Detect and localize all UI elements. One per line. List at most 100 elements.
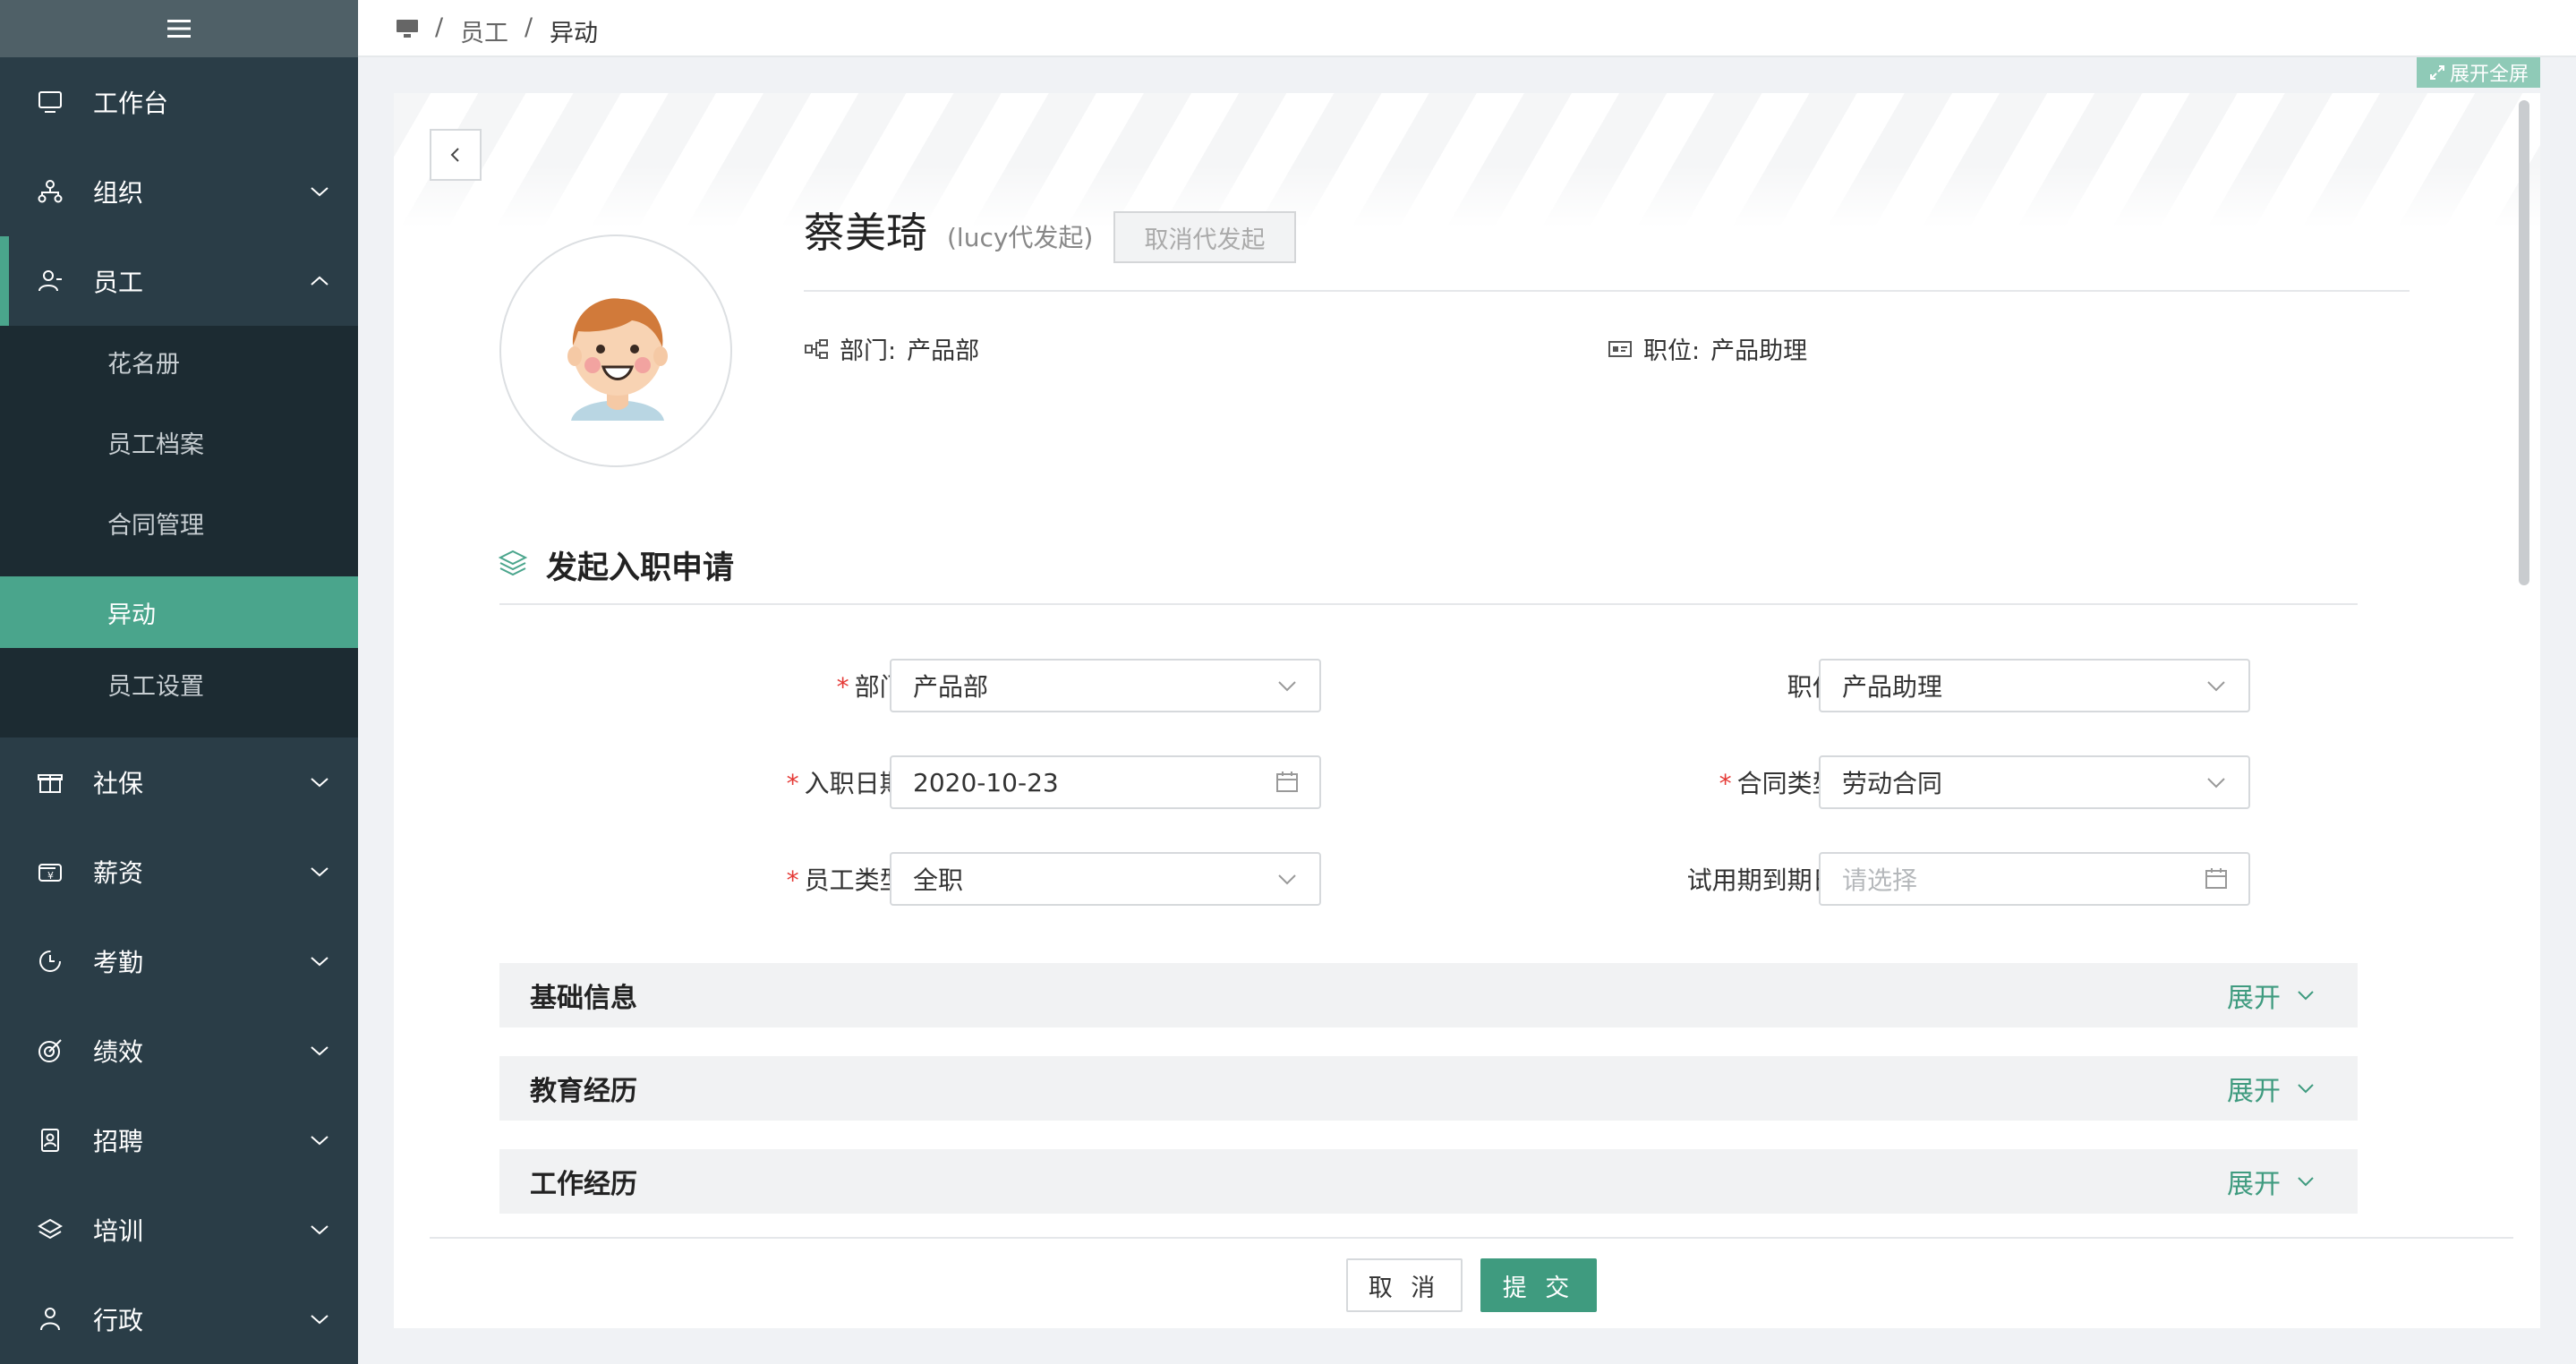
panel-expand-toggle[interactable]: 展开 xyxy=(2227,976,2316,1015)
contract-type-field-label: * 合同类型: xyxy=(1595,764,1846,800)
chevron-down-icon xyxy=(311,1046,328,1056)
required-mark: * xyxy=(786,769,799,798)
submenu-item-transfer[interactable]: 异动 xyxy=(0,576,358,648)
sidebar-item-employee[interactable]: 员工 xyxy=(0,236,358,326)
chevron-down-icon xyxy=(311,1315,328,1325)
sidebar-item-admin[interactable]: 行政 xyxy=(0,1274,358,1364)
chevron-down-icon xyxy=(1278,681,1296,692)
target-icon xyxy=(38,1039,62,1062)
probation-end-field-label: 试用期到期日: xyxy=(1577,861,1846,897)
panel-expand-label: 展开 xyxy=(2227,1076,2281,1107)
required-mark: * xyxy=(836,672,849,702)
sidebar-toggle[interactable] xyxy=(0,0,358,57)
employee-type-value: 全职 xyxy=(913,865,964,895)
sidebar-item-salary[interactable]: ¥ 薪资 xyxy=(0,827,358,916)
employee-type-select[interactable]: 全职 xyxy=(890,852,1321,906)
layers-icon xyxy=(498,550,528,576)
breadcrumb-current: 异动 xyxy=(550,20,598,47)
fullscreen-label: 展开全屏 xyxy=(2449,64,2529,86)
chevron-down-icon xyxy=(2298,991,2314,1001)
submenu-item-contract[interactable]: 合同管理 xyxy=(0,487,358,558)
panel-expand-toggle[interactable]: 展开 xyxy=(2227,1069,2316,1108)
sidebar-item-label: 行政 xyxy=(93,1306,144,1335)
panel-expand-toggle[interactable]: 展开 xyxy=(2227,1162,2316,1201)
proxy-note: (lucy代发起) xyxy=(947,223,1094,252)
panel-education[interactable]: 教育经历 展开 xyxy=(499,1056,2358,1121)
gift-icon xyxy=(38,774,63,793)
chevron-down-icon xyxy=(311,1136,328,1146)
sidebar-item-training[interactable]: 培训 xyxy=(0,1185,358,1274)
panel-expand-label: 展开 xyxy=(2227,983,2281,1014)
avatar-illustration xyxy=(567,298,668,421)
dept-select[interactable]: 产品部 xyxy=(890,659,1321,712)
position-field-label: 职位: xyxy=(1647,668,1846,703)
section-title: 发起入职申请 xyxy=(546,550,735,586)
monitor-icon xyxy=(38,91,62,113)
svg-text:¥: ¥ xyxy=(47,870,54,882)
position-select[interactable]: 产品助理 xyxy=(1819,659,2250,712)
calendar-icon xyxy=(2205,868,2227,889)
probation-end-placeholder: 请选择 xyxy=(1842,865,1918,895)
home-monitor-icon[interactable] xyxy=(396,18,419,39)
calendar-icon xyxy=(1276,772,1298,792)
submenu-item-label: 合同管理 xyxy=(107,511,204,540)
panel-title: 教育经历 xyxy=(530,1076,637,1107)
menu-icon xyxy=(167,20,191,38)
sidebar-item-label: 考勤 xyxy=(93,948,144,977)
id-card-icon xyxy=(1608,340,1632,357)
breadcrumb-separator: / xyxy=(525,13,533,41)
sidebar: 工作台 组织 员工 花名册 员工档案 合同管理 异动 员工设置 社保 ¥ 薪资 … xyxy=(0,0,358,1364)
sidebar-item-performance[interactable]: 绩效 xyxy=(0,1006,358,1095)
panel-work-history[interactable]: 工作经历 展开 xyxy=(499,1149,2358,1214)
submenu-item-archive[interactable]: 员工档案 xyxy=(0,406,358,478)
org-icon xyxy=(38,180,63,203)
submenu-item-settings[interactable]: 员工设置 xyxy=(0,648,358,720)
sidebar-item-org[interactable]: 组织 xyxy=(0,147,358,236)
vertical-scrollbar[interactable] xyxy=(2517,93,2531,1328)
chevron-down-icon xyxy=(2207,681,2225,692)
chevron-down-icon xyxy=(311,957,328,967)
footer-divider xyxy=(430,1237,2513,1239)
cancel-button[interactable]: 取 消 xyxy=(1346,1258,1463,1312)
contract-type-select[interactable]: 劳动合同 xyxy=(1819,755,2250,809)
breadcrumb-employee[interactable]: 员工 xyxy=(460,13,508,48)
submenu-item-label: 员工设置 xyxy=(107,672,204,701)
sidebar-item-recruit[interactable]: 招聘 xyxy=(0,1095,358,1185)
required-mark: * xyxy=(1719,769,1732,798)
panel-basic-info[interactable]: 基础信息 展开 xyxy=(499,963,2358,1027)
sidebar-item-workbench[interactable]: 工作台 xyxy=(0,57,358,147)
position-select-value: 产品助理 xyxy=(1842,672,1943,702)
sidebar-item-label: 工作台 xyxy=(93,89,169,118)
sidebar-item-label: 招聘 xyxy=(93,1127,144,1156)
sidebar-item-label: 薪资 xyxy=(93,858,144,888)
sidebar-item-label: 员工 xyxy=(93,268,144,297)
dept-select-value: 产品部 xyxy=(913,672,989,702)
cancel-proxy-button[interactable]: 取消代发起 xyxy=(1113,211,1296,263)
avatar xyxy=(499,234,732,467)
sidebar-item-attendance[interactable]: 考勤 xyxy=(0,916,358,1006)
submenu-item-roster[interactable]: 花名册 xyxy=(0,326,358,397)
submenu-item-label: 员工档案 xyxy=(107,431,204,459)
probation-end-picker[interactable]: 请选择 xyxy=(1819,852,2250,906)
fullscreen-button[interactable]: 展开全屏 xyxy=(2417,57,2540,88)
main-card: 蔡美琦 (lucy代发起) 取消代发起 部门: 产品部 职位: 产品助理 发起入… xyxy=(394,93,2540,1328)
breadcrumb: / 员工 / 异动 xyxy=(358,0,2576,57)
chevron-down-icon xyxy=(311,778,328,788)
position-value: 产品助理 xyxy=(1710,337,1808,365)
scrollbar-thumb[interactable] xyxy=(2519,100,2529,585)
back-button[interactable] xyxy=(430,129,482,181)
sidebar-item-social-security[interactable]: 社保 xyxy=(0,737,358,827)
chevron-up-icon xyxy=(311,276,328,286)
entry-date-field-label: * 入职日期: xyxy=(662,764,913,800)
breadcrumb-separator: / xyxy=(435,13,444,41)
department-label: 部门: xyxy=(840,337,897,365)
entry-date-picker[interactable]: 2020-10-23 xyxy=(890,755,1321,809)
sidebar-item-label: 绩效 xyxy=(93,1037,144,1067)
submit-button[interactable]: 提 交 xyxy=(1480,1258,1597,1312)
contract-type-value: 劳动合同 xyxy=(1842,769,1943,798)
chevron-down-icon xyxy=(1278,874,1296,885)
chevron-down-icon xyxy=(311,187,328,197)
profile-position: 职位: 产品助理 xyxy=(1608,331,1807,366)
org-chart-icon xyxy=(805,338,828,359)
sidebar-item-label: 组织 xyxy=(93,178,144,208)
